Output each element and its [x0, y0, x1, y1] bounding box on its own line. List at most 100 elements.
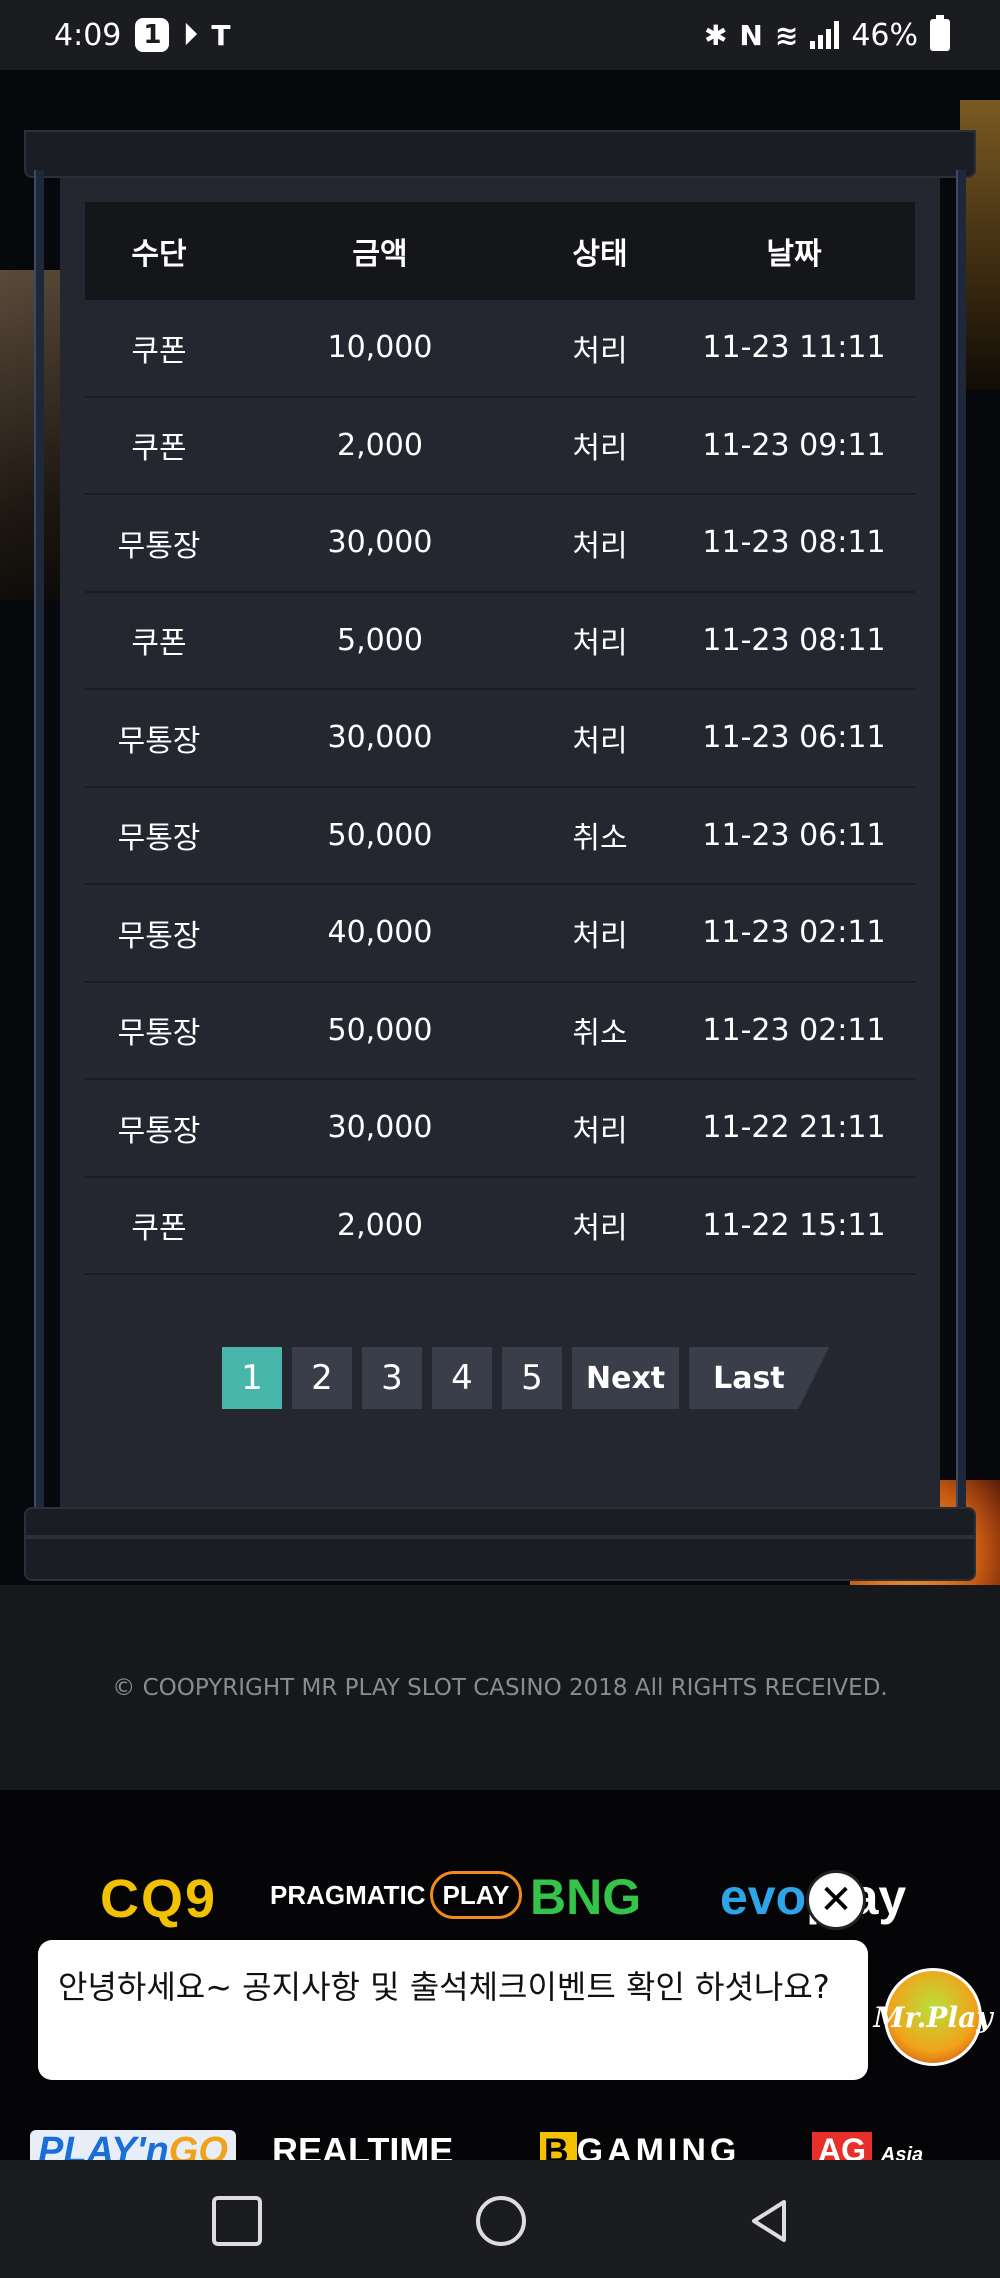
go-text: GO: [168, 2130, 228, 2160]
cell-status: 취소: [572, 821, 628, 857]
back-button[interactable]: [744, 2196, 794, 2246]
table-row: 무통장 50,000 취소 11-23 06:11: [85, 788, 915, 885]
evo-text: evo: [720, 1869, 807, 1925]
cell-method: 무통장: [117, 528, 201, 564]
table-row: 쿠폰 2,000 처리 11-23 09:11: [85, 398, 915, 495]
asia-gaming-logo: AG Asia: [812, 2132, 923, 2160]
cq9-logo: CQ9: [100, 1869, 218, 1929]
table-row: 무통장 30,000 처리 11-23 06:11: [85, 690, 915, 788]
scroll-top-rod: [24, 130, 976, 178]
bgaming-logo: B GAMING: [540, 2132, 740, 2160]
realtime-gaming-logo: REALTIME: [272, 2130, 454, 2160]
bluetooth-icon: ✱: [703, 18, 728, 52]
bgaming-text: GAMING: [576, 2132, 741, 2160]
pragmatic-text: PRAGMATIC: [270, 1880, 426, 1910]
playngo-logo: PLAY'nGO: [30, 2130, 236, 2160]
cell-amount: 40,000: [327, 915, 433, 951]
scroll-right-pole: [956, 170, 966, 1510]
system-navigation-bar: [0, 2160, 1000, 2278]
t-app-icon: T: [211, 18, 231, 52]
cell-method: 쿠폰: [131, 333, 187, 369]
next-page-button[interactable]: Next: [572, 1347, 680, 1409]
cell-status: 처리: [572, 1211, 628, 1247]
battery-icon: [930, 15, 950, 51]
table-row: 무통장 30,000 처리 11-23 08:11: [85, 495, 915, 593]
copyright-text: © COOPYRIGHT MR PLAY SLOT CASINO 2018 Al…: [112, 1674, 888, 1701]
nfc-icon: N: [739, 18, 763, 52]
recent-apps-button[interactable]: [212, 2196, 262, 2246]
cell-status: 처리: [572, 333, 628, 369]
app-notification-icon: ⏵: [183, 18, 198, 51]
background-figure-image: [0, 270, 62, 600]
signal-icon: [810, 21, 840, 49]
table-header: 수단 금액 상태 날짜: [85, 202, 915, 300]
cell-date: 11-22 21:11: [702, 1110, 886, 1146]
cell-method: 쿠폰: [131, 1211, 187, 1247]
table-row: 무통장 50,000 취소 11-23 02:11: [85, 983, 915, 1080]
chat-message-bubble[interactable]: 안녕하세요~ 공지사항 및 출석체크이벤트 확인 하셧나요?: [38, 1940, 868, 2080]
page-5-button[interactable]: 5: [502, 1347, 562, 1409]
cell-method: 무통장: [117, 1016, 201, 1052]
cell-date: 11-23 08:11: [702, 525, 886, 561]
table-row: 쿠폰 5,000 처리 11-23 08:11: [85, 593, 915, 690]
cell-amount: 30,000: [327, 720, 433, 756]
notification-badge-icon: 1: [135, 18, 170, 52]
cell-amount: 5,000: [337, 622, 423, 658]
cell-amount: 30,000: [327, 1110, 433, 1146]
cell-method: 무통장: [117, 918, 201, 954]
bng-logo: BNG: [530, 1869, 642, 1925]
page-2-button[interactable]: 2: [292, 1347, 352, 1409]
table-row: 무통장 30,000 처리 11-22 21:11: [85, 1080, 915, 1178]
cell-date: 11-23 06:11: [702, 817, 886, 853]
cell-status: 처리: [572, 1113, 628, 1149]
playn-text: PLAY'n: [38, 2130, 169, 2160]
cell-method: 쿠폰: [131, 431, 187, 467]
cell-date: 11-23 02:11: [702, 915, 886, 951]
asia-text: Asia: [880, 2144, 924, 2160]
chat-close-button[interactable]: ✕: [806, 1870, 866, 1930]
cell-amount: 50,000: [327, 817, 433, 853]
clock: 4:09: [54, 17, 122, 53]
cell-method: 쿠폰: [131, 626, 187, 662]
page-4-button[interactable]: 4: [432, 1347, 492, 1409]
last-page-button[interactable]: Last: [689, 1347, 830, 1409]
cell-date: 11-23 02:11: [702, 1012, 886, 1048]
cell-amount: 2,000: [337, 1207, 423, 1243]
status-bar: 4:09 1 ⏵ T ✱ N ≋ 46%: [0, 0, 1000, 70]
cell-method: 무통장: [117, 1113, 201, 1149]
chat-avatar-button[interactable]: Mr.Play: [873, 1968, 993, 2066]
cell-amount: 10,000: [327, 330, 433, 366]
cell-status: 처리: [572, 431, 628, 467]
page-1-button[interactable]: 1: [222, 1347, 282, 1409]
page-background: 수단 금액 상태 날짜 쿠폰 10,000 처리 11-23 11:11 쿠폰 …: [0, 70, 1000, 1585]
cell-date: 11-23 08:11: [702, 622, 886, 658]
table-row: 무통장 40,000 처리 11-23 02:11: [85, 885, 915, 983]
cell-date: 11-23 11:11: [702, 330, 886, 366]
pragmatic-play-logo: PRAGMATIC PLAY: [270, 1871, 523, 1919]
header-date: 날짜: [766, 237, 822, 272]
cell-status: 취소: [572, 1016, 628, 1052]
chat-message-text: 안녕하세요~ 공지사항 및 출석체크이벤트 확인 하셧나요?: [58, 1968, 830, 2006]
deposit-history-table: 수단 금액 상태 날짜 쿠폰 10,000 처리 11-23 11:11 쿠폰 …: [85, 202, 915, 1275]
battery-percent: 46%: [851, 17, 918, 53]
cell-status: 처리: [572, 626, 628, 662]
cell-status: 처리: [572, 528, 628, 564]
ag-text: AG: [812, 2132, 872, 2160]
cell-method: 무통장: [117, 821, 201, 857]
scroll-left-pole: [34, 170, 44, 1510]
home-button[interactable]: [476, 2196, 526, 2246]
cell-status: 처리: [572, 918, 628, 954]
cell-status: 처리: [572, 723, 628, 759]
cell-amount: 30,000: [327, 525, 433, 561]
table-row: 쿠폰 10,000 처리 11-23 11:11: [85, 300, 915, 398]
footer: © COOPYRIGHT MR PLAY SLOT CASINO 2018 Al…: [0, 1585, 1000, 1790]
cell-method: 무통장: [117, 723, 201, 759]
cell-date: 11-22 15:11: [702, 1207, 886, 1243]
table-row: 쿠폰 2,000 처리 11-22 15:11: [85, 1178, 915, 1275]
cell-date: 11-23 09:11: [702, 427, 886, 463]
header-status: 상태: [572, 237, 628, 272]
cell-amount: 2,000: [337, 427, 423, 463]
bgaming-b: B: [540, 2132, 577, 2160]
header-amount: 금액: [352, 237, 408, 272]
page-3-button[interactable]: 3: [362, 1347, 422, 1409]
